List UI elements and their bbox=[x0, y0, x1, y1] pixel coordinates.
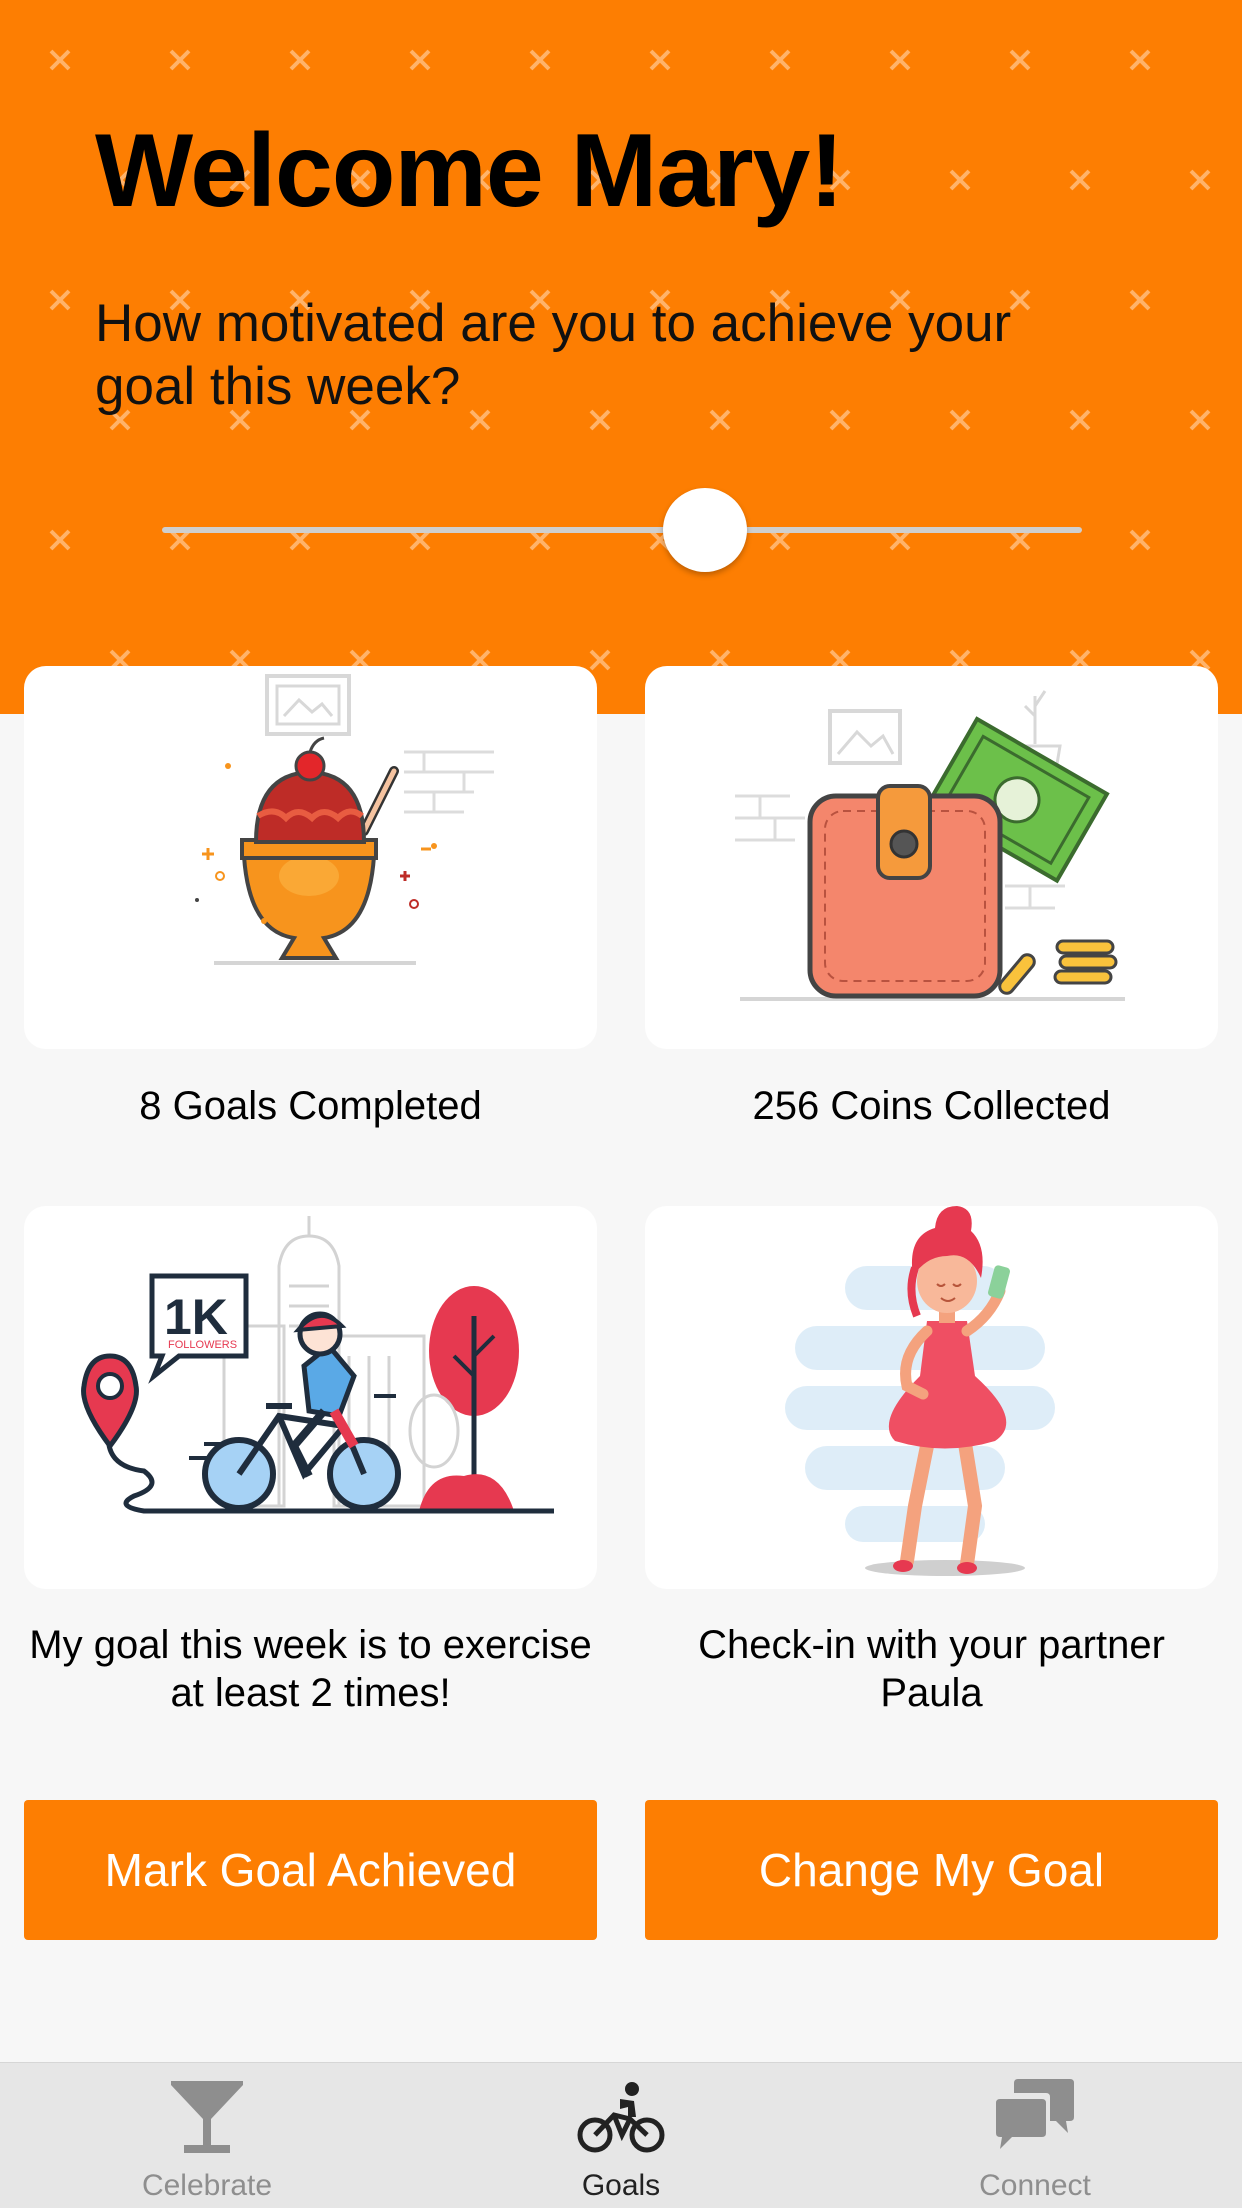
partner-woman-illustration bbox=[785, 1206, 1055, 1576]
tab-goals[interactable]: Goals bbox=[501, 2063, 741, 2208]
x-mark bbox=[649, 49, 671, 71]
x-mark bbox=[1009, 49, 1031, 71]
x-mark bbox=[409, 49, 431, 71]
cyclist-illustration: 1K FOLLOWERS bbox=[81, 1216, 554, 1514]
tab-label-celebrate: Celebrate bbox=[141, 2169, 273, 2202]
chat-bubbles-icon bbox=[996, 2079, 1074, 2149]
tab-celebrate[interactable]: Celebrate bbox=[87, 2063, 327, 2208]
x-mark bbox=[1189, 169, 1211, 191]
cocktail-glass-icon bbox=[171, 2081, 243, 2153]
x-mark bbox=[769, 49, 791, 71]
x-mark bbox=[1129, 49, 1151, 71]
x-mark bbox=[529, 49, 551, 71]
x-mark bbox=[889, 49, 911, 71]
wallet-coins-illustration bbox=[735, 690, 1125, 1001]
followers-badge-text: 1K bbox=[164, 1289, 228, 1345]
home-screen: Welcome Mary! How motivated are you to a… bbox=[0, 0, 1242, 2208]
x-mark bbox=[49, 289, 71, 311]
tab-bar: Celebrate Goals Connect bbox=[0, 2062, 1242, 2208]
mark-goal-achieved-button[interactable]: Mark Goal Achieved bbox=[24, 1800, 597, 1940]
slider-track[interactable] bbox=[162, 527, 1082, 533]
partner-checkin-card[interactable] bbox=[645, 1206, 1218, 1589]
coins-collected-caption: 256 Coins Collected bbox=[752, 1084, 1111, 1128]
goals-completed-caption: 8 Goals Completed bbox=[139, 1084, 482, 1128]
x-mark bbox=[169, 49, 191, 71]
weekly-goal-card[interactable]: 1K FOLLOWERS bbox=[24, 1206, 597, 1589]
ice-cream-sundae-illustration bbox=[195, 674, 494, 965]
x-mark bbox=[949, 169, 971, 191]
tab-connect[interactable]: Connect bbox=[915, 2063, 1155, 2208]
partner-checkin-caption: Check-in with your partner Paula bbox=[698, 1623, 1165, 1715]
header: Welcome Mary! How motivated are you to a… bbox=[0, 0, 1242, 714]
tab-label-connect: Connect bbox=[979, 2169, 1091, 2202]
motivation-slider[interactable] bbox=[162, 488, 1082, 572]
motivation-question: How motivated are you to achieve your go… bbox=[95, 294, 1012, 416]
coins-collected-card[interactable] bbox=[645, 666, 1218, 1049]
x-mark bbox=[1129, 529, 1151, 551]
weekly-goal-caption: My goal this week is to exercise at leas… bbox=[29, 1623, 592, 1715]
slider-thumb[interactable] bbox=[663, 488, 747, 572]
tab-label-goals: Goals bbox=[581, 2169, 661, 2202]
page-title: Welcome Mary! bbox=[95, 113, 844, 229]
x-mark bbox=[1069, 169, 1091, 191]
x-mark bbox=[1189, 409, 1211, 431]
x-mark bbox=[49, 49, 71, 71]
goals-completed-card[interactable] bbox=[24, 666, 597, 1049]
x-mark bbox=[1129, 289, 1151, 311]
bicycle-icon bbox=[577, 2082, 665, 2153]
followers-badge-subtext: FOLLOWERS bbox=[168, 1339, 237, 1351]
x-mark bbox=[49, 529, 71, 551]
change-goal-button[interactable]: Change My Goal bbox=[645, 1800, 1218, 1940]
x-mark bbox=[289, 49, 311, 71]
